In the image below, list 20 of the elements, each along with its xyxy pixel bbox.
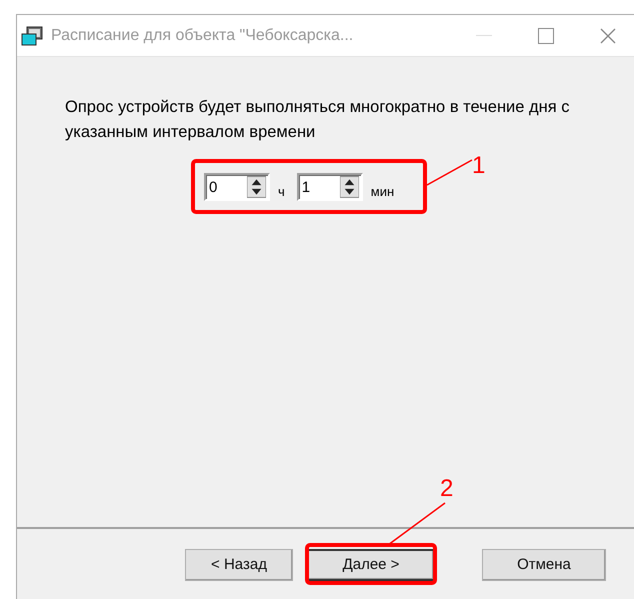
leader-line [388,502,446,546]
close-icon[interactable] [600,28,616,44]
unit-label: мин [370,184,394,199]
callout-number: 1 [472,152,486,180]
unit-label: ч [278,184,285,199]
maximize-icon[interactable] [538,28,554,44]
default-button[interactable]: Далее > [307,548,435,580]
monitors-icon [21,26,43,46]
spin-field[interactable]: 0 [206,178,247,196]
callout-number: 2 [440,475,454,503]
description-text: Опрос устройств будет выполняться многократно в течение дня с указанным интервалом времени [65,97,570,143]
window-title: Расписание для объекта "Чебоксарска... [51,26,354,44]
spin-field[interactable]: 1 [298,178,340,196]
leader-line [426,159,472,186]
up-down-arrows-icon[interactable] [247,176,266,198]
dialog-button[interactable]: Отмена [482,548,606,580]
spin-box[interactable]: 1 [296,173,363,201]
dialog-button[interactable]: < Назад [185,548,293,580]
spin-box[interactable]: 0 [204,173,270,201]
up-down-arrows-icon[interactable] [340,176,359,198]
